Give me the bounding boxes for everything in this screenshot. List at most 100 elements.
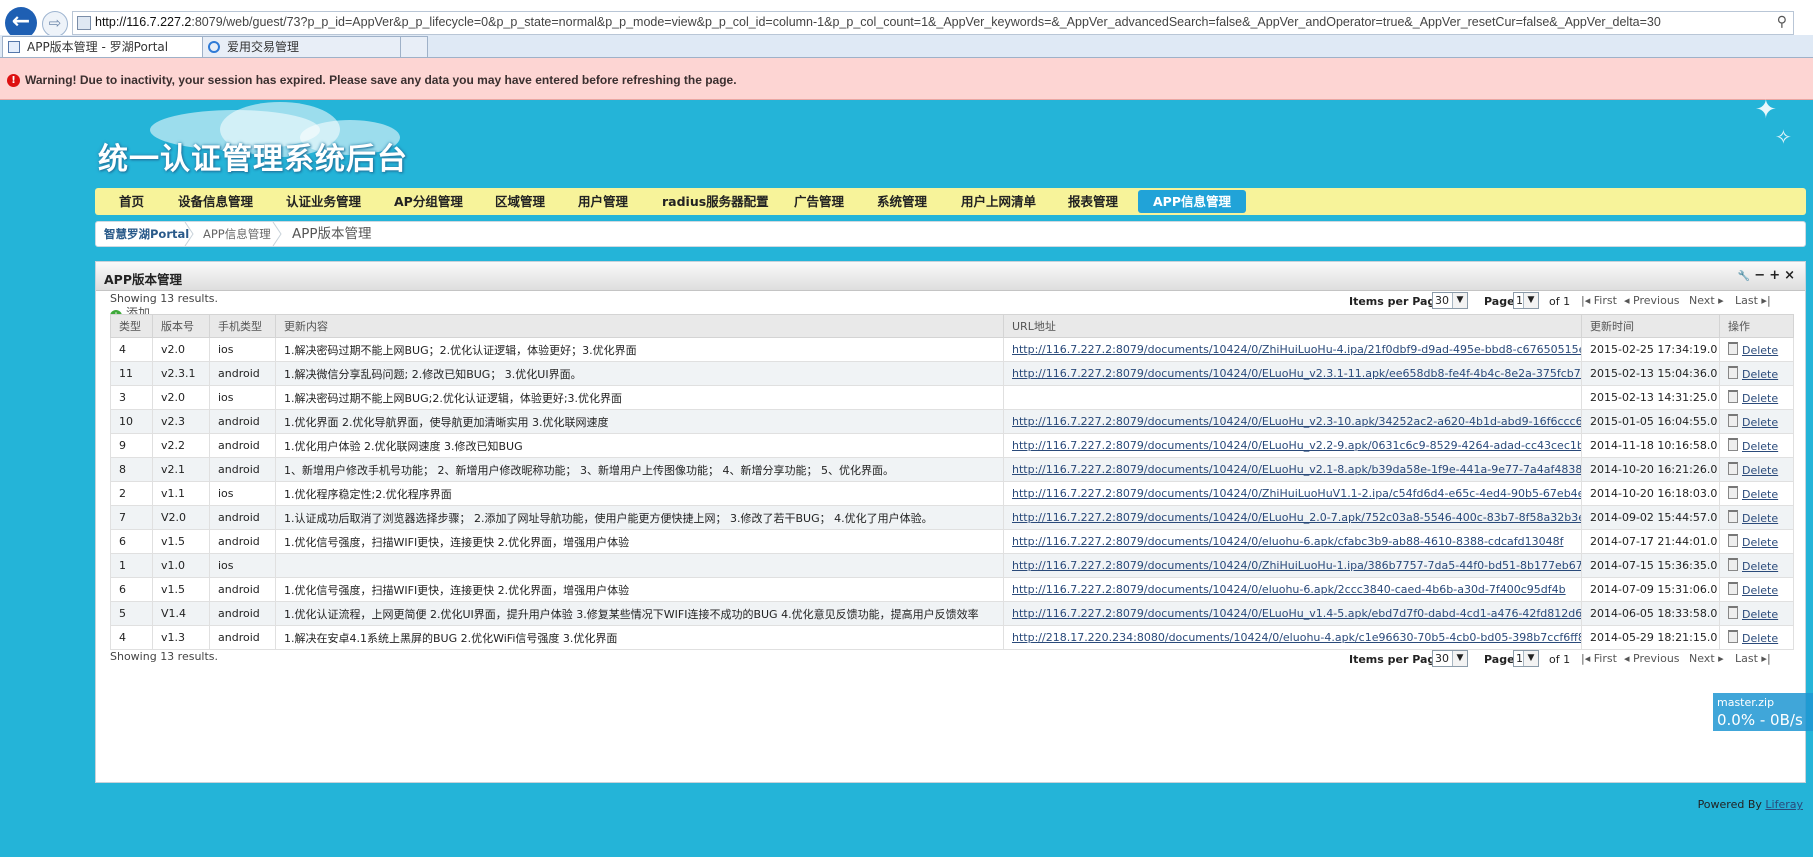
new-tab-button[interactable] xyxy=(400,36,428,57)
nav-home[interactable]: 首页 xyxy=(119,188,144,215)
trash-icon[interactable] xyxy=(1728,630,1738,643)
maximize-icon[interactable]: + xyxy=(1769,268,1784,283)
cell-content: 1.解决在安卓4.1系统上黑屏的BUG 2.优化WiFi信号强度 3.优化界面 xyxy=(275,625,1004,650)
trash-icon[interactable] xyxy=(1728,606,1738,619)
first-page-link[interactable]: |◂ First xyxy=(1581,294,1617,307)
url-link[interactable]: http://116.7.227.2:8079/documents/10424/… xyxy=(1012,559,1581,572)
nav-ads[interactable]: 广告管理 xyxy=(794,188,844,215)
cell-version: v2.3 xyxy=(152,409,210,434)
delete-link[interactable]: Delete xyxy=(1742,440,1778,453)
trash-icon[interactable] xyxy=(1728,414,1738,427)
trash-icon[interactable] xyxy=(1728,534,1738,547)
nav-users[interactable]: 用户管理 xyxy=(578,188,628,215)
url-link[interactable]: http://116.7.227.2:8079/documents/10424/… xyxy=(1012,535,1563,548)
page-select[interactable]: 1 ▼ xyxy=(1513,650,1539,667)
nav-area[interactable]: 区域管理 xyxy=(495,188,545,215)
delete-link[interactable]: Delete xyxy=(1742,632,1778,645)
previous-page-link[interactable]: ◂ Previous xyxy=(1624,652,1680,665)
delete-link[interactable]: Delete xyxy=(1742,368,1778,381)
cell-version: v2.0 xyxy=(152,385,210,410)
col-type[interactable]: 类型 xyxy=(110,314,153,338)
next-page-link[interactable]: Next ▸ xyxy=(1689,294,1724,307)
items-per-page-select[interactable]: 30 ▼ xyxy=(1432,292,1468,309)
col-url[interactable]: URL地址 xyxy=(1003,314,1582,338)
nav-auth-business[interactable]: 认证业务管理 xyxy=(286,188,361,215)
url-link[interactable]: http://218.17.220.234:8080/documents/104… xyxy=(1012,631,1581,644)
breadcrumb-portal[interactable]: 智慧罗湖Portal xyxy=(104,222,189,246)
nav-ap-group[interactable]: AP分组管理 xyxy=(394,188,463,215)
delete-link[interactable]: Delete xyxy=(1742,392,1778,405)
pager-top: Items per Page 30 ▼ Page 1 ▼ of 1 |◂ First… xyxy=(1349,292,1789,310)
next-label: Next xyxy=(1689,294,1715,307)
app-version-table: 类型 版本号 手机类型 更新内容 URL地址 更新时间 操作 4 v2.0 ios 1… xyxy=(110,314,1794,650)
delete-link[interactable]: Delete xyxy=(1742,584,1778,597)
browser-tab-active[interactable]: APP版本管理 - 罗湖Portal × xyxy=(2,36,224,57)
first-page-icon: |◂ xyxy=(1581,652,1594,665)
url-link[interactable]: http://116.7.227.2:8079/documents/10424/… xyxy=(1012,367,1581,380)
browser-tab[interactable]: 爱用交易管理 xyxy=(202,36,424,57)
delete-link[interactable]: Delete xyxy=(1742,344,1778,357)
url-bar[interactable]: http://116.7.227.2:8079/web/guest/73?p_p… xyxy=(72,11,1794,35)
trash-icon[interactable] xyxy=(1728,510,1738,523)
trash-icon[interactable] xyxy=(1728,366,1738,379)
forward-button[interactable]: ⇨ xyxy=(42,11,68,37)
delete-link[interactable]: Delete xyxy=(1742,560,1778,573)
nav-reports[interactable]: 报表管理 xyxy=(1068,188,1118,215)
items-per-page-select[interactable]: 30 ▼ xyxy=(1432,650,1468,667)
trash-icon[interactable] xyxy=(1728,342,1738,355)
delete-link[interactable]: Delete xyxy=(1742,512,1778,525)
url-link[interactable]: http://116.7.227.2:8079/documents/10424/… xyxy=(1012,415,1581,428)
previous-page-link[interactable]: ◂ Previous xyxy=(1624,294,1680,307)
delete-link[interactable]: Delete xyxy=(1742,416,1778,429)
close-icon[interactable]: × xyxy=(1784,268,1799,283)
config-wrench-icon[interactable]: 🔧 xyxy=(1738,271,1754,282)
col-content[interactable]: 更新内容 xyxy=(275,314,1004,338)
url-link[interactable]: http://116.7.227.2:8079/documents/10424/… xyxy=(1012,487,1581,500)
url-link[interactable]: http://116.7.227.2:8079/documents/10424/… xyxy=(1012,439,1581,452)
table-row: 5 V1.4 android 1.优化认证流程，上网更简便 2.优化UI界面，提升用户… xyxy=(110,601,1794,626)
nav-device-info[interactable]: 设备信息管理 xyxy=(178,188,253,215)
col-update-time[interactable]: 更新时间 xyxy=(1581,314,1720,338)
delete-link[interactable]: Delete xyxy=(1742,488,1778,501)
delete-link[interactable]: Delete xyxy=(1742,464,1778,477)
trash-icon[interactable] xyxy=(1728,390,1738,403)
trash-icon[interactable] xyxy=(1728,462,1738,475)
last-page-link[interactable]: Last ▸| xyxy=(1735,294,1771,307)
url-link[interactable]: http://116.7.227.2:8079/documents/10424/… xyxy=(1012,463,1581,476)
trash-icon[interactable] xyxy=(1728,486,1738,499)
portlet-title: APP版本管理 xyxy=(104,272,182,287)
nav-radius[interactable]: radius服务器配置 xyxy=(662,188,769,215)
col-phone-type[interactable]: 手机类型 xyxy=(209,314,276,338)
sparkle-icon: ✧ xyxy=(1775,125,1792,149)
url-link[interactable]: http://116.7.227.2:8079/documents/10424/… xyxy=(1012,583,1566,596)
liferay-link[interactable]: Liferay xyxy=(1765,798,1803,811)
page-select[interactable]: 1 ▼ xyxy=(1513,292,1539,309)
powered-by: Powered By Liferay xyxy=(1698,798,1803,811)
trash-icon[interactable] xyxy=(1728,582,1738,595)
table-row: 9 v2.2 android 1.优化用户体验 2.优化联网速度 3.修改已知BUG h… xyxy=(110,433,1794,458)
cell-update-time: 2014-07-17 21:44:01.0 xyxy=(1581,529,1720,554)
delete-link[interactable]: Delete xyxy=(1742,536,1778,549)
url-text[interactable]: http://116.7.227.2:8079/web/guest/73?p_p… xyxy=(95,15,1661,29)
app-version-portlet: APP版本管理 🔧−+× +添加 Showing 13 results. Ite… xyxy=(95,261,1806,783)
url-link[interactable]: http://116.7.227.2:8079/documents/10424/… xyxy=(1012,607,1581,620)
delete-link[interactable]: Delete xyxy=(1742,608,1778,621)
next-page-link[interactable]: Next ▸ xyxy=(1689,652,1724,665)
cell-update-time: 2015-01-05 16:04:55.0 xyxy=(1581,409,1720,434)
minimize-icon[interactable]: − xyxy=(1754,268,1769,283)
nav-online-list[interactable]: 用户上网清单 xyxy=(961,188,1036,215)
trash-icon[interactable] xyxy=(1728,558,1738,571)
breadcrumb-app-info[interactable]: APP信息管理 xyxy=(203,222,271,246)
cell-phone-type: android xyxy=(209,601,276,626)
url-link[interactable]: http://116.7.227.2:8079/documents/10424/… xyxy=(1012,511,1581,524)
first-page-link[interactable]: |◂ First xyxy=(1581,652,1617,665)
nav-system[interactable]: 系统管理 xyxy=(877,188,927,215)
trash-icon[interactable] xyxy=(1728,438,1738,451)
nav-app-info[interactable]: APP信息管理 xyxy=(1138,190,1246,213)
url-link[interactable]: http://116.7.227.2:8079/documents/10424/… xyxy=(1012,343,1581,356)
col-version[interactable]: 版本号 xyxy=(152,314,210,338)
last-page-link[interactable]: Last ▸| xyxy=(1735,652,1771,665)
cell-action: Delete xyxy=(1719,385,1794,410)
cell-type: 11 xyxy=(110,361,153,386)
search-icon[interactable]: ⚲ xyxy=(1777,14,1787,30)
